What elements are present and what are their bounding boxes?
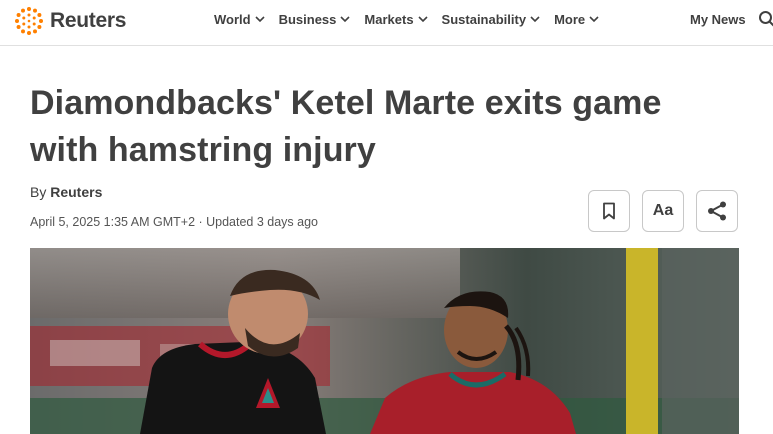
share-icon — [708, 201, 726, 221]
article-dateline: April 5, 2025 1:35 AM GMT+2 · Updated 3 … — [30, 215, 319, 229]
nav-item-more[interactable]: More — [554, 12, 599, 27]
chevron-down-icon — [255, 16, 265, 23]
bookmark-icon — [603, 202, 615, 220]
nav-item-business[interactable]: Business — [279, 12, 351, 27]
chevron-down-icon — [530, 16, 540, 23]
bookmark-button[interactable] — [588, 190, 630, 232]
byline-prefix: By — [30, 184, 51, 200]
chevron-down-icon — [340, 16, 350, 23]
chevron-down-icon — [417, 16, 428, 23]
main-nav: World Business Markets Sustainability Mo… — [214, 12, 599, 27]
byline: By Reuters — [30, 184, 102, 200]
text-size-button[interactable]: Aa — [642, 190, 684, 232]
nav-item-label: World — [214, 12, 251, 27]
nav-item-world[interactable]: World — [214, 12, 265, 27]
nav-item-label: Markets — [364, 12, 414, 27]
my-news-link[interactable]: My News — [690, 12, 746, 27]
nav-item-label: Sustainability — [441, 12, 527, 27]
byline-author[interactable]: Reuters — [50, 184, 102, 200]
brand-name: Reuters — [50, 9, 127, 32]
share-button[interactable] — [696, 190, 738, 232]
nav-item-sustainability[interactable]: Sustainability — [442, 12, 541, 27]
article-hero-photo[interactable] — [30, 248, 739, 434]
nav-item-label: Business — [278, 12, 337, 27]
chevron-down-icon — [589, 16, 599, 23]
headline-line-1: Diamondbacks' Ketel Marte exits game — [30, 84, 662, 122]
nav-item-label: More — [554, 12, 586, 27]
top-navigation: Reuters World Business Markets Sustainab… — [0, 0, 773, 46]
nav-item-markets[interactable]: Markets — [364, 12, 428, 27]
article-headline: Diamondbacks' Ketel Marte exits game wit… — [30, 80, 730, 174]
search-icon[interactable] — [758, 10, 773, 28]
text-size-label: Aa — [652, 202, 674, 219]
headline-line-2: with hamstring injury — [30, 131, 376, 169]
reuters-logo-icon — [15, 7, 43, 35]
reuters-logo[interactable]: Reuters — [14, 6, 126, 36]
